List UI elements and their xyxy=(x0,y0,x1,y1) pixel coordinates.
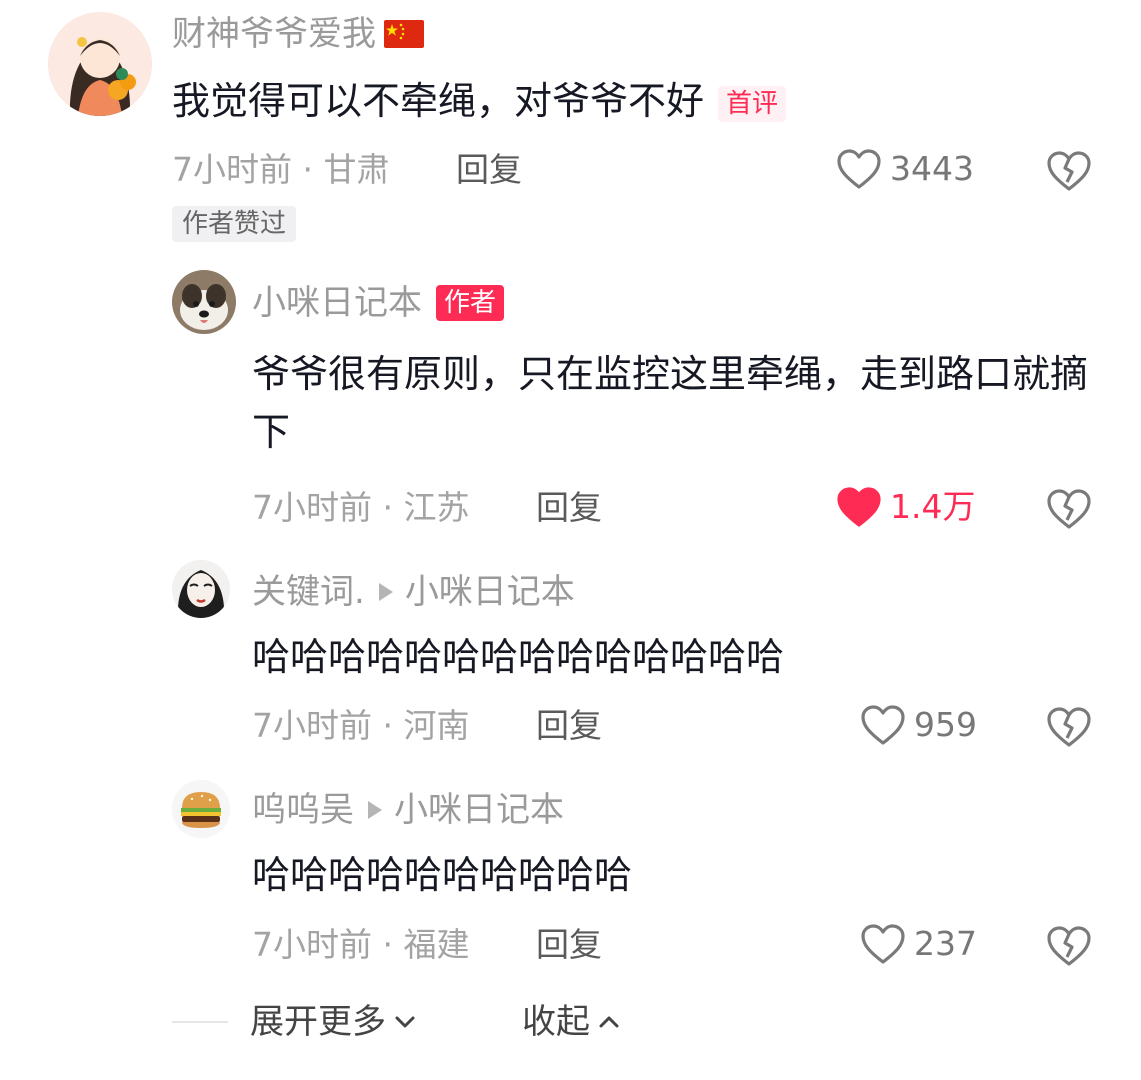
divider xyxy=(172,1021,228,1023)
expand-more-label: 展开更多 xyxy=(250,1002,386,1042)
reply-to-username[interactable]: 小咪日记本 xyxy=(394,790,564,830)
avatar[interactable] xyxy=(172,560,230,618)
avatar[interactable] xyxy=(48,12,152,116)
reply-text: 哈哈哈哈哈哈哈哈哈哈 xyxy=(252,853,633,897)
first-comment-badge: 首评 xyxy=(718,85,787,122)
broken-heart-icon[interactable] xyxy=(1046,925,1092,967)
reply-button[interactable]: 回复 xyxy=(536,706,602,746)
reply-button[interactable]: 回复 xyxy=(456,150,522,190)
reply-meta: 7小时前 · 河南 xyxy=(252,706,470,745)
heart-filled-icon xyxy=(837,487,881,527)
like-button[interactable]: 1.4万 xyxy=(836,486,975,528)
reply-to-arrow-icon xyxy=(368,801,382,819)
comment-meta: 7小时前 · 甘肃 xyxy=(172,150,390,189)
like-count: 237 xyxy=(914,924,977,963)
reply-to-username[interactable]: 小咪日记本 xyxy=(405,572,575,612)
reply-button[interactable]: 回复 xyxy=(536,488,602,528)
collapse-button[interactable]: 收起 xyxy=(522,1002,622,1042)
comment-text-body: 我觉得可以不牵绳，对爷爷不好 xyxy=(172,79,705,123)
reply-username[interactable]: 呜呜吴 小咪日记本 xyxy=(252,790,564,830)
reply-text: 爷爷很有原则，只在监控这里牵绳，走到路口就摘下 xyxy=(252,352,1089,454)
heart-outline-icon xyxy=(837,149,881,189)
like-button[interactable]: 237 xyxy=(860,923,977,965)
like-count: 3443 xyxy=(890,149,974,188)
comment-text: 我觉得可以不牵绳，对爷爷不好 首评 xyxy=(172,72,1072,130)
reply-text: 哈哈哈哈哈哈哈哈哈哈哈哈哈哈 xyxy=(252,635,785,679)
heart-outline-icon xyxy=(861,924,905,964)
chevron-up-icon xyxy=(599,1016,619,1028)
reply-to-arrow-icon xyxy=(378,583,393,601)
broken-heart-icon[interactable] xyxy=(1046,706,1092,748)
broken-heart-icon[interactable] xyxy=(1046,488,1092,530)
reply-button[interactable]: 回复 xyxy=(536,925,602,965)
avatar[interactable] xyxy=(172,780,230,838)
reply-username-text: 呜呜吴 xyxy=(252,790,354,830)
author-liked-badge: 作者赞过 xyxy=(172,206,297,242)
like-count: 959 xyxy=(914,705,977,744)
reply-username[interactable]: 关键词. 小咪日记本 xyxy=(252,572,575,612)
reply-username-text: 小咪日记本 xyxy=(252,283,422,323)
expand-more-button[interactable]: 展开更多 xyxy=(250,1002,418,1042)
broken-heart-icon[interactable] xyxy=(1046,150,1092,192)
reply-username[interactable]: 小咪日记本 作者 xyxy=(252,283,505,323)
author-badge: 作者 xyxy=(436,285,505,321)
comment-username-text: 财神爷爷爱我 xyxy=(172,14,376,54)
like-count: 1.4万 xyxy=(890,487,976,526)
avatar[interactable] xyxy=(172,270,236,334)
chevron-down-icon xyxy=(395,1016,415,1028)
collapse-label: 收起 xyxy=(522,1002,590,1042)
like-button[interactable]: 3443 xyxy=(836,148,974,190)
like-button[interactable]: 959 xyxy=(860,704,977,746)
reply-username-text: 关键词. xyxy=(252,572,365,612)
heart-outline-icon xyxy=(861,705,905,745)
china-flag-icon xyxy=(384,20,424,48)
comment-username[interactable]: 财神爷爷爱我 xyxy=(172,14,424,54)
reply-meta: 7小时前 · 江苏 xyxy=(252,488,470,527)
reply-meta: 7小时前 · 福建 xyxy=(252,925,470,964)
